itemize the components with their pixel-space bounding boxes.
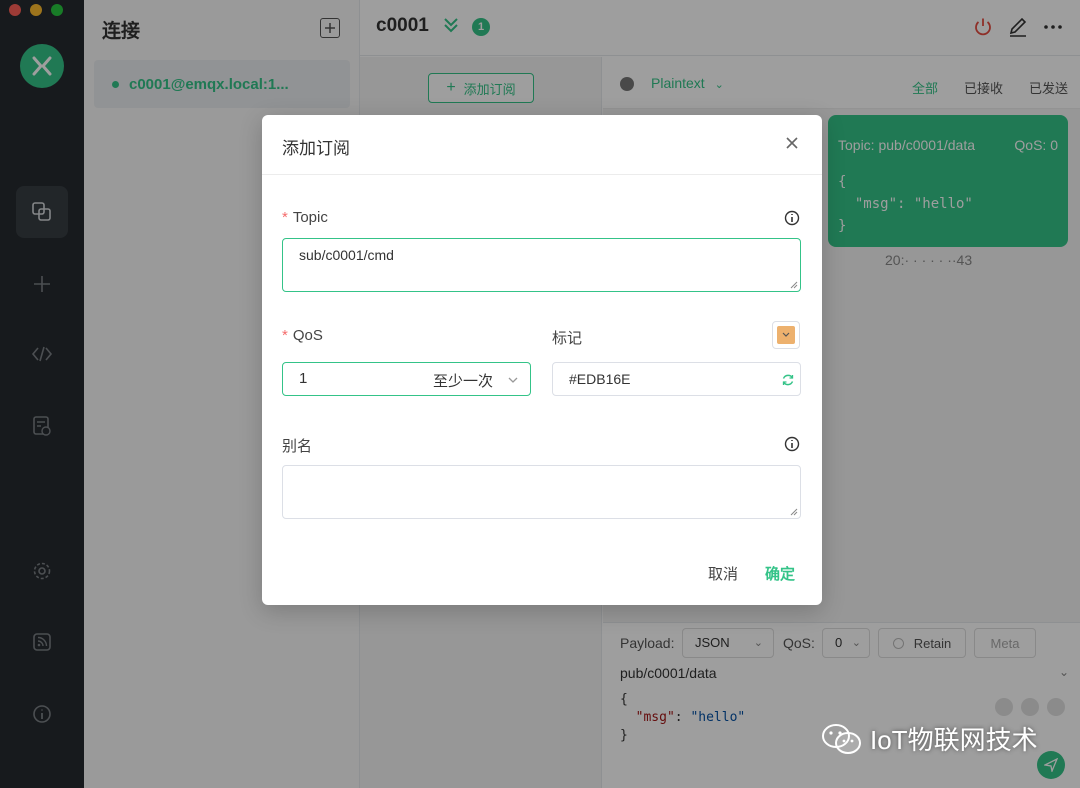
confirm-button[interactable]: 确定 (765, 563, 795, 584)
qos-label: * QoS (282, 327, 323, 344)
close-icon[interactable] (782, 133, 802, 153)
alias-label: 别名 (282, 438, 313, 455)
color-picker-button[interactable] (772, 321, 800, 349)
watermark: IoT物联网技术 (820, 720, 1038, 757)
topic-label: * Topic (282, 209, 328, 226)
chevron-down-icon (782, 332, 790, 337)
chevron-down-icon (508, 377, 518, 383)
topic-value: sub/c0001/cmd (299, 247, 394, 263)
cancel-button[interactable]: 取消 (708, 563, 738, 584)
qos-value: 1 (299, 370, 308, 387)
topic-input[interactable]: sub/c0001/cmd (282, 238, 801, 292)
info-icon[interactable] (784, 210, 800, 226)
tag-color-input[interactable]: #EDB16E (552, 362, 801, 396)
qos-label-text: QoS (292, 327, 323, 344)
add-subscription-dialog: 添加订阅 * Topic sub/c0001/cmd * QoS 1 至少一次 标记… (262, 115, 822, 605)
color-swatch (777, 326, 795, 344)
info-icon[interactable] (784, 436, 800, 452)
alias-input[interactable] (282, 465, 801, 519)
resize-handle-icon[interactable] (790, 508, 798, 516)
tag-color-value: #EDB16E (569, 371, 631, 387)
wechat-icon (822, 723, 861, 754)
required-asterisk: * (282, 209, 288, 226)
tag-label: 标记 (552, 330, 583, 347)
qos-select[interactable]: 1 至少一次 (282, 362, 531, 396)
resize-handle-icon[interactable] (790, 281, 798, 289)
required-asterisk: * (282, 327, 288, 344)
refresh-icon[interactable] (781, 373, 795, 387)
topic-label-text: Topic (292, 209, 328, 226)
qos-description: 至少一次 (433, 373, 494, 390)
dialog-title: 添加订阅 (282, 139, 350, 158)
dialog-header: 添加订阅 (262, 115, 822, 175)
watermark-text: IoT物联网技术 (870, 725, 1038, 755)
